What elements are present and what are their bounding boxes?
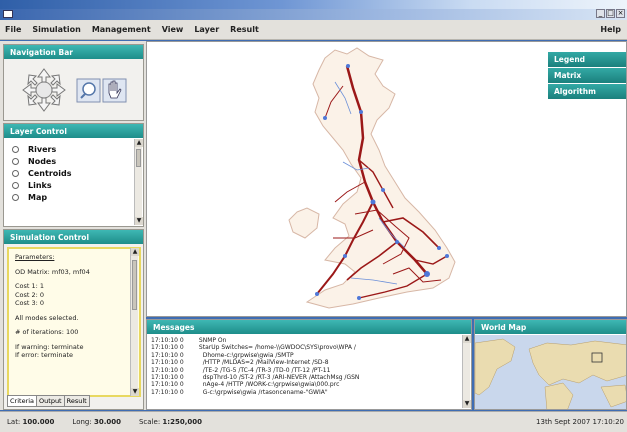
great-britain-landmass — [288, 47, 456, 309]
tab-output[interactable]: Output — [36, 395, 65, 407]
simulation-control-panel: Simulation Control Parameters: OD Matrix… — [3, 229, 144, 410]
window-titlebar[interactable]: _ □ × — [0, 9, 627, 20]
menu-file[interactable]: File — [5, 25, 21, 34]
latitude-readout: Lat: 100.000 — [7, 418, 55, 426]
navigation-header: Navigation Bar — [4, 45, 143, 59]
criteria-scrollbar[interactable]: ▲ ▼ — [130, 248, 139, 396]
layer-control-panel: Layer Control Rivers Nodes Centroids Lin… — [3, 123, 144, 227]
menu-layer[interactable]: Layer — [194, 25, 219, 34]
scroll-down-icon[interactable]: ▼ — [463, 400, 471, 408]
scroll-down-icon[interactable]: ▼ — [135, 217, 143, 225]
radio-button[interactable] — [12, 193, 19, 201]
tab-criteria[interactable]: Criteria — [7, 395, 38, 407]
hand-pan-icon[interactable] — [102, 78, 127, 103]
cost1-value: Cost 1: 1 — [15, 282, 45, 290]
warning-value: If warning: terminate — [15, 342, 84, 351]
map-view[interactable]: Legend Matrix Algorithm — [146, 41, 627, 317]
scroll-up-icon[interactable]: ▲ — [131, 248, 139, 256]
world-map-panel: World Map — [474, 319, 627, 410]
menu-view[interactable]: View — [162, 25, 184, 34]
layer-scrollbar[interactable]: ▲ ▼ — [134, 139, 143, 225]
od-matrix-value: OD Matrix: mf03, mf04 — [15, 267, 90, 276]
scroll-up-icon[interactable]: ▲ — [135, 139, 143, 147]
layer-links[interactable]: Links — [12, 179, 133, 191]
radio-button[interactable] — [12, 169, 19, 177]
menu-bar: File Simulation Management View Layer Re… — [0, 20, 627, 40]
iterations-value: # of iterations: 100 — [15, 328, 79, 336]
navigation-tools — [22, 68, 127, 112]
menu-result[interactable]: Result — [230, 25, 259, 34]
minimize-icon[interactable]: _ — [596, 9, 605, 18]
radio-button[interactable] — [12, 145, 19, 153]
status-bar: Lat: 100.000 Long: 30.000 Scale: 1:250,0… — [0, 411, 627, 432]
app-icon — [3, 10, 13, 18]
layer-map[interactable]: Map — [12, 191, 133, 203]
messages-header: Messages — [147, 320, 471, 334]
longitude-readout: Long: 30.000 — [72, 418, 121, 426]
world-map-header: World Map — [475, 320, 626, 334]
message-log: 17:10:10 0 SNMP On 17:10:10 0 StarUp Swi… — [151, 337, 360, 396]
pan-arrows-icon[interactable] — [22, 68, 66, 112]
error-value: If error: terminate — [15, 351, 74, 359]
layer-label: Map — [28, 192, 48, 202]
layer-label: Rivers — [28, 144, 57, 154]
zoom-icon[interactable] — [76, 78, 101, 103]
scale-readout: Scale: 1:250,000 — [138, 418, 202, 426]
menu-management[interactable]: Management — [92, 25, 151, 34]
left-panel: Navigation Bar Layer Control Rivers Node… — [0, 41, 146, 410]
layer-label: Nodes — [28, 156, 57, 166]
legend-button[interactable]: Legend — [548, 52, 626, 68]
algorithm-button[interactable]: Algorithm — [548, 84, 626, 100]
messages-scrollbar[interactable]: ▲ ▼ — [462, 335, 471, 408]
layer-label: Centroids — [28, 168, 72, 178]
matrix-button[interactable]: Matrix — [548, 68, 626, 84]
layer-rivers[interactable]: Rivers — [12, 143, 133, 155]
layer-centroids[interactable]: Centroids — [12, 167, 133, 179]
cost3-value: Cost 3: 0 — [15, 299, 45, 307]
navigation-panel: Navigation Bar — [3, 44, 144, 121]
layer-nodes[interactable]: Nodes — [12, 155, 133, 167]
datetime-readout: 13th Sept 2007 17:10:20 — [536, 418, 624, 426]
criteria-panel: Parameters: OD Matrix: mf03, mf04 Cost 1… — [7, 247, 141, 397]
messages-panel: Messages 17:10:10 0 SNMP On 17:10:10 0 S… — [146, 319, 472, 410]
parameters-label: Parameters: — [15, 253, 55, 261]
legend-panel: Legend Matrix Algorithm — [548, 52, 626, 100]
modes-text: All modes selected. — [15, 313, 79, 322]
maximize-icon[interactable]: □ — [606, 9, 615, 18]
scroll-up-icon[interactable]: ▲ — [463, 335, 471, 343]
tab-result[interactable]: Result — [63, 395, 90, 407]
layer-control-header: Layer Control — [4, 124, 143, 138]
scroll-thumb[interactable] — [136, 149, 141, 167]
menu-simulation[interactable]: Simulation — [32, 25, 80, 34]
simulation-tabs: Criteria Output Result — [7, 395, 90, 407]
cost2-value: Cost 2: 0 — [15, 290, 45, 299]
layer-label: Links — [28, 180, 52, 190]
radio-button[interactable] — [12, 157, 19, 165]
menu-help[interactable]: Help — [600, 25, 621, 34]
radio-button[interactable] — [12, 181, 19, 189]
scroll-thumb[interactable] — [132, 260, 137, 310]
close-icon[interactable]: × — [616, 9, 625, 18]
scroll-down-icon[interactable]: ▼ — [131, 388, 139, 396]
world-map-view[interactable] — [475, 335, 627, 410]
simulation-control-header: Simulation Control — [4, 230, 143, 244]
